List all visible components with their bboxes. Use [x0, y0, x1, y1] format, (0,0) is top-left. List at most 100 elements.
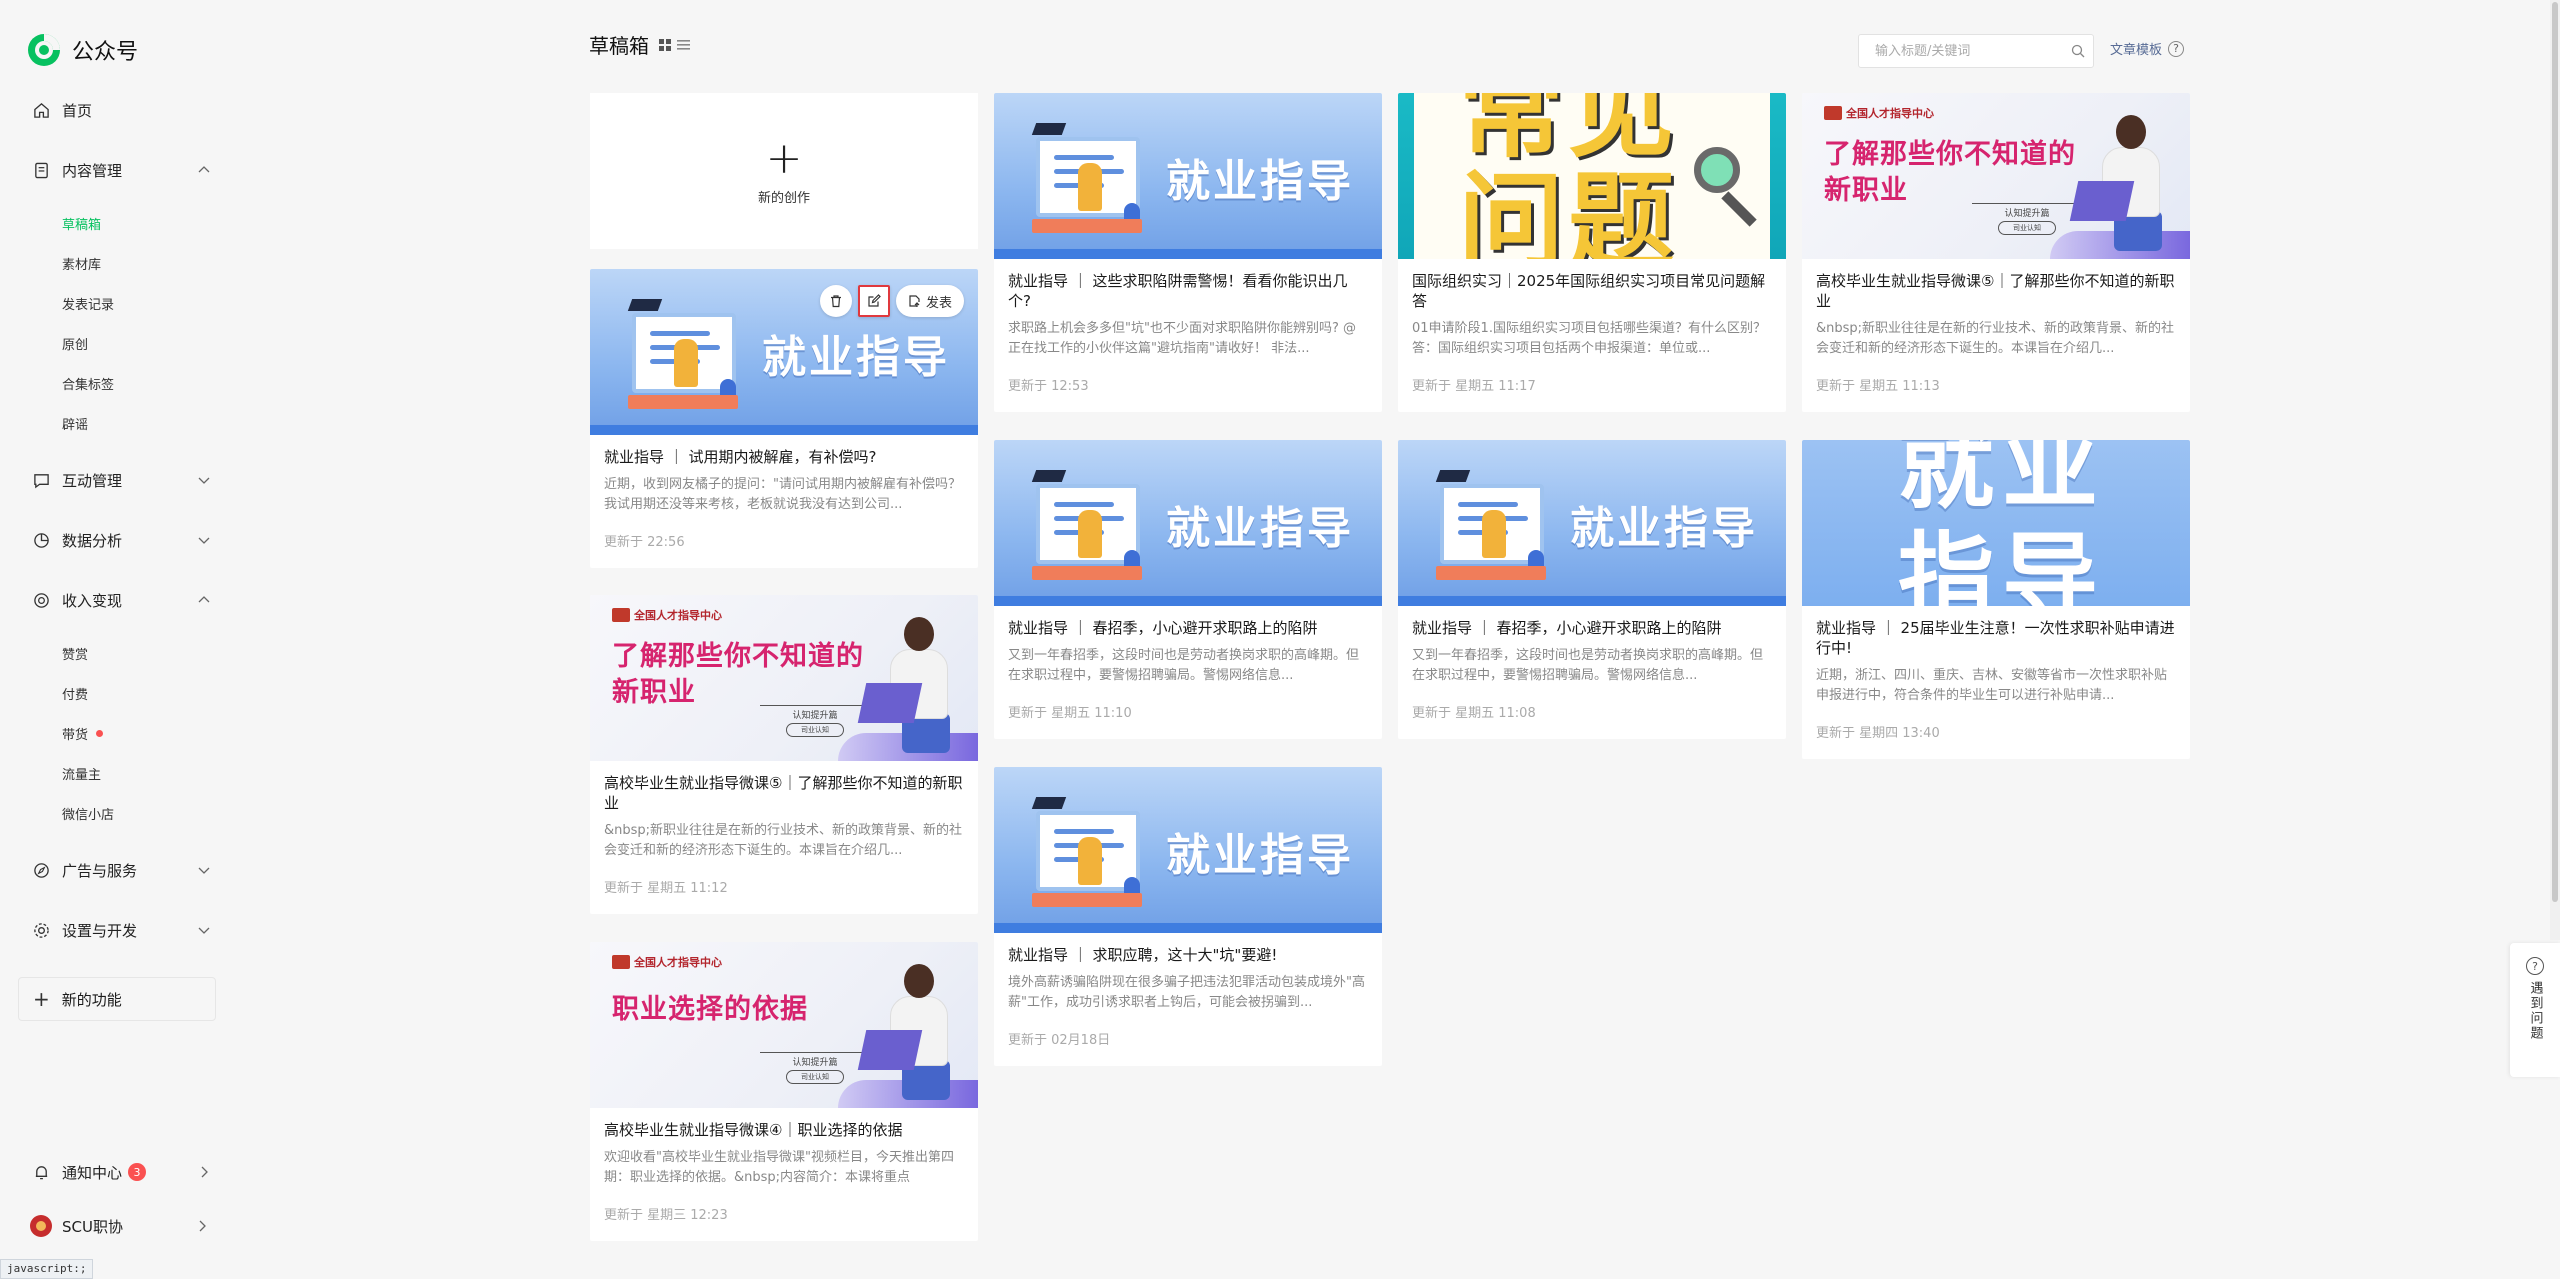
- cover-stripe: [1398, 596, 1786, 606]
- sidebar-item-traffic[interactable]: 流量主: [62, 760, 101, 786]
- cover-image: 就业指导: [1398, 440, 1786, 606]
- list-view-icon[interactable]: [677, 39, 690, 51]
- nav-ads[interactable]: 广告与服务: [32, 852, 212, 888]
- card-title: 高校毕业生就业指导微课⑤｜了解那些你不知道的新职业: [1816, 272, 2175, 310]
- draft-card[interactable]: 就业指导 就业指导 ｜ 求职应聘，这十大"坑"要避! 境外高薪诱骗陷阱现在很多骗…: [994, 767, 1382, 1066]
- new-dot-badge: [96, 729, 104, 737]
- draft-card[interactable]: 全国人才指导中心 了解那些你不知道的新职业 认知提升篇 司业认知 高校毕业生就业…: [590, 595, 978, 914]
- card-title: 就业指导 ｜ 春招季，小心避开求职路上的陷阱: [1008, 619, 1318, 637]
- draft-card[interactable]: 就业指导 就业指导 ｜ 春招季，小心避开求职路上的陷阱 又到一年春招季，这段时间…: [1398, 440, 1786, 739]
- nav-interaction[interactable]: 互动管理: [32, 462, 212, 498]
- sidebar-item-shop[interactable]: 微信小店: [62, 800, 114, 826]
- sidebar-item-materials[interactable]: 素材库: [62, 250, 101, 276]
- draft-card[interactable]: 就业指导 发表 就业指导 ｜ 试用期内被解雇，有补偿吗? 近期，收到网友橘子的提…: [590, 269, 978, 568]
- chevron-down-icon: [196, 472, 212, 488]
- cover-cap: [627, 299, 663, 311]
- chat-icon: [32, 471, 50, 489]
- sidebar-item-appreciation[interactable]: 赞赏: [62, 640, 88, 666]
- card-time: 更新于 12:53: [1008, 379, 1089, 394]
- draft-card[interactable]: 就业指导 就业指导 ｜ 春招季，小心避开求职路上的陷阱 又到一年春招季，这段时间…: [994, 440, 1382, 739]
- card-desc: 近期，收到网友橘子的提问："请问试用期内被解雇有补偿吗？我试用期还没等来考核，老…: [604, 477, 961, 512]
- browser-status-bar: javascript:;: [0, 1259, 94, 1279]
- card-hover-tools: 发表: [819, 285, 964, 317]
- sidebar-item-collections[interactable]: 合集标签: [62, 370, 114, 396]
- chevron-up-icon: [196, 162, 212, 178]
- article-template-label: 文章模板: [2110, 43, 2163, 58]
- help-icon[interactable]: ?: [2168, 40, 2185, 57]
- cover-figure: [674, 339, 698, 387]
- cover-text: 就业指导: [1898, 440, 2106, 606]
- cover-pill: 司业认知: [786, 1070, 844, 1084]
- new-creation-card[interactable]: + 新的创作: [590, 93, 978, 249]
- cover-image: 全国人才指导中心 了解那些你不知道的新职业 认知提升篇 司业认知: [1802, 93, 2190, 259]
- logo[interactable]: 公众号: [26, 30, 138, 70]
- cover-pill: 司业认知: [1998, 221, 2056, 235]
- nav-data-analysis[interactable]: 数据分析: [32, 522, 212, 558]
- new-features-label: 新的功能: [61, 990, 122, 1009]
- card-desc: &nbsp;新职业往往是在新的行业技术、新的政策背景、新的社会变迁和新的经济形态…: [604, 823, 963, 858]
- new-features-button[interactable]: + 新的功能: [18, 977, 216, 1021]
- grid-view-icon[interactable]: [659, 38, 671, 51]
- card-time: 更新于 星期五 11:08: [1412, 706, 1536, 721]
- cover-books: [628, 395, 738, 409]
- sidebar-item-commerce[interactable]: 带货: [62, 720, 104, 746]
- nav-notifications[interactable]: 通知中心 3: [32, 1154, 212, 1190]
- card-time: 更新于 星期四 13:40: [1816, 726, 1940, 741]
- edit-icon: [868, 294, 881, 307]
- article-template-link[interactable]: 文章模板 ?: [2110, 39, 2185, 58]
- cover-headline: 职业选择的依据: [612, 994, 808, 1025]
- card-desc: 境外高薪诱骗陷阱现在很多骗子把违法犯罪活动包装成境外"高薪"工作，成功引诱求职者…: [1008, 975, 1365, 1010]
- cover-text: 就业指导: [1166, 503, 1354, 554]
- sidebar-item-publish-records[interactable]: 发表记录: [62, 290, 114, 316]
- cover-image: 常见问题: [1398, 93, 1786, 259]
- avatar: [30, 1215, 52, 1237]
- feedback-button[interactable]: ? 遇到问题: [2510, 943, 2560, 1077]
- cover-books: [1032, 566, 1142, 580]
- new-creation-label: 新的创作: [757, 190, 810, 206]
- scrollbar-thumb[interactable]: [2552, 2, 2558, 902]
- nav-home[interactable]: 首页: [32, 92, 212, 128]
- sidebar-item-drafts[interactable]: 草稿箱: [62, 210, 101, 236]
- nav-monetize-label: 收入变现: [62, 591, 123, 610]
- plus-icon: +: [33, 987, 50, 1011]
- cover-text: 就业指导: [762, 332, 950, 383]
- card-title: 高校毕业生就业指导微课④｜职业选择的依据: [604, 1121, 903, 1139]
- gear-icon: [32, 921, 50, 939]
- draft-card[interactable]: 全国人才指导中心 职业选择的依据 认知提升篇 司业认知 高校毕业生就业指导微课④…: [590, 942, 978, 1241]
- card-title: 就业指导 ｜ 春招季，小心避开求职路上的陷阱: [1412, 619, 1722, 637]
- cover-stripe: [994, 249, 1382, 259]
- nav-interaction-label: 互动管理: [62, 471, 123, 490]
- draft-card[interactable]: 就业指导 就业指导 ｜ 这些求职陷阱需警惕！看看你能识出几个? 求职路上机会多多…: [994, 93, 1382, 412]
- draft-card[interactable]: 就业指导 就业指导 ｜ 25届毕业生注意！一次性求职补贴申请进行中! 近期，浙江…: [1802, 440, 2190, 759]
- cover-org-logo: 全国人才指导中心: [612, 607, 722, 623]
- card-desc: 又到一年春招季，这段时间也是劳动者换岗求职的高峰期。但在求职过程中，要警惕招聘骗…: [1008, 648, 1360, 683]
- search-input[interactable]: [1859, 35, 2063, 67]
- nav-content-management[interactable]: 内容管理: [32, 152, 212, 188]
- card-title: 就业指导 ｜ 求职应聘，这十大"坑"要避!: [1008, 946, 1278, 964]
- nav-account[interactable]: SCU职协: [30, 1208, 210, 1244]
- search-icon[interactable]: [2063, 44, 2093, 58]
- cover-org-logo: 全国人才指导中心: [612, 954, 722, 970]
- cover-subtitle: 认知提升篇: [760, 1052, 870, 1068]
- sidebar-item-paid[interactable]: 付费: [62, 680, 88, 706]
- cover-stripe: [590, 425, 978, 435]
- cover-figure: [1078, 163, 1102, 211]
- page-scrollbar[interactable]: [2550, 0, 2560, 940]
- sidebar-item-original[interactable]: 原创: [62, 330, 88, 356]
- draft-card[interactable]: 全国人才指导中心 了解那些你不知道的新职业 认知提升篇 司业认知 高校毕业生就业…: [1802, 93, 2190, 412]
- card-desc: 01申请阶段1.国际组织实习项目包括哪些渠道？有什么区别？答：国际组织实习项目包…: [1412, 321, 1766, 356]
- card-time: 更新于 22:56: [604, 535, 685, 550]
- nav-settings[interactable]: 设置与开发: [32, 912, 212, 948]
- card-time: 更新于 星期五 11:13: [1816, 379, 1940, 394]
- publish-button[interactable]: 发表: [895, 285, 964, 317]
- card-title: 就业指导 ｜ 25届毕业生注意！一次性求职补贴申请进行中!: [1816, 619, 2175, 657]
- draft-card[interactable]: 常见问题 国际组织实习｜2025年国际组织实习项目常见问题解答 01申请阶段1.…: [1398, 93, 1786, 412]
- sidebar-item-rumor[interactable]: 辟谣: [62, 410, 88, 436]
- chevron-up-icon: [196, 592, 212, 608]
- delete-button[interactable]: [819, 285, 852, 317]
- card-desc: 近期，浙江、四川、重庆、吉林、安徽等省市一次性求职补贴申报进行中，符合条件的毕业…: [1816, 668, 2168, 703]
- card-title: 高校毕业生就业指导微课⑤｜了解那些你不知道的新职业: [604, 774, 963, 812]
- nav-monetize[interactable]: 收入变现: [32, 582, 212, 618]
- feedback-label: 遇到问题: [2527, 981, 2543, 1041]
- edit-button[interactable]: [857, 285, 890, 317]
